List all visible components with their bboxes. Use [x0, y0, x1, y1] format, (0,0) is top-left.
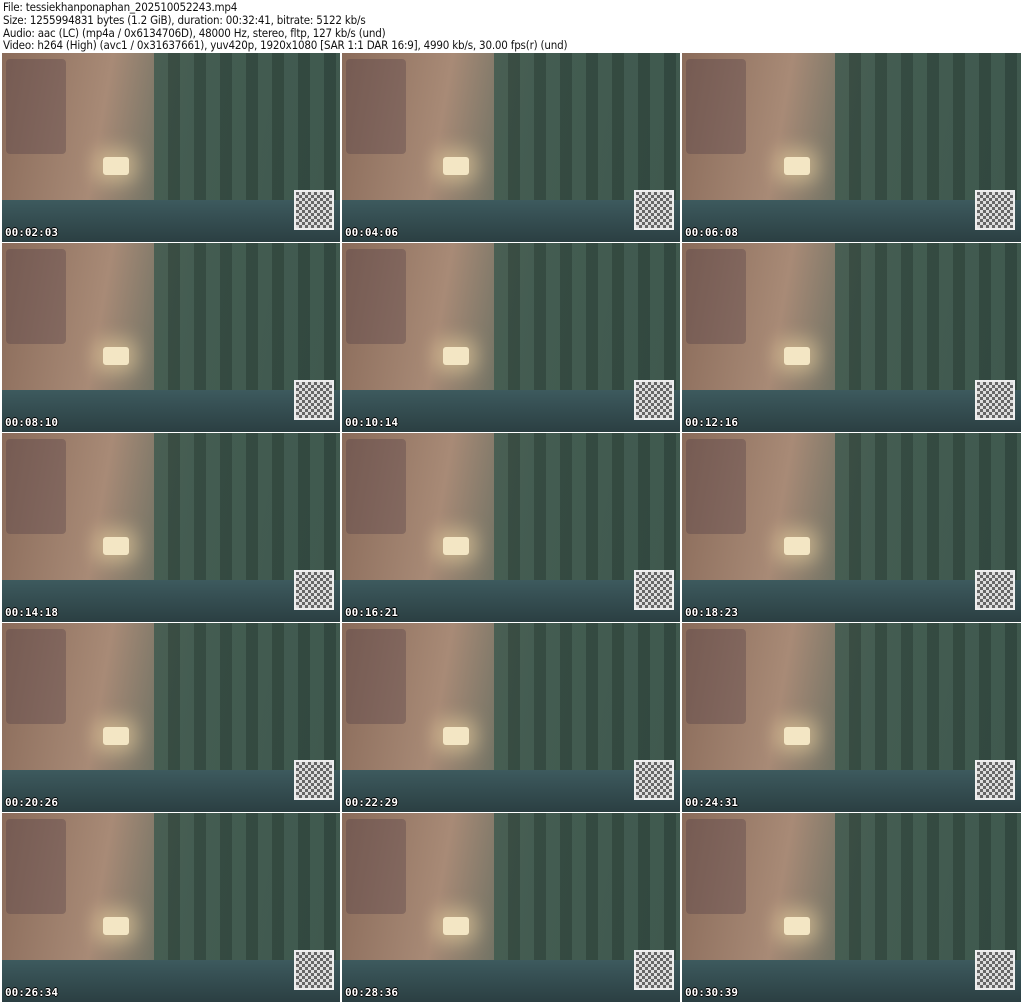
lamp: [783, 346, 810, 365]
video-thumbnail[interactable]: 00:20:26: [2, 623, 340, 812]
qr-code-icon: [634, 380, 674, 420]
video-thumbnail[interactable]: 00:16:21: [342, 433, 680, 622]
qr-code-icon: [634, 760, 674, 800]
file-size: Size: 1255994831 bytes (1.2 GiB), durati…: [3, 12, 366, 27]
qr-code-icon: [294, 950, 334, 990]
video-thumbnail[interactable]: 00:10:14: [342, 243, 680, 432]
lamp: [103, 536, 130, 555]
overlay-panel: [346, 819, 406, 914]
overlay-panel: [6, 629, 66, 724]
video-thumbnail[interactable]: 00:04:06: [342, 53, 680, 242]
qr-code-icon: [975, 950, 1015, 990]
qr-code-icon: [294, 760, 334, 800]
qr-code-icon: [975, 190, 1015, 230]
overlay-panel: [346, 249, 406, 344]
timestamp: 00:18:23: [685, 606, 738, 619]
overlay-panel: [686, 59, 746, 154]
video-thumbnail[interactable]: 00:30:39: [682, 813, 1021, 1002]
video-thumbnail[interactable]: 00:06:08: [682, 53, 1021, 242]
video-thumbnail[interactable]: 00:14:18: [2, 433, 340, 622]
timestamp: 00:22:29: [345, 796, 398, 809]
timestamp: 00:24:31: [685, 796, 738, 809]
timestamp: 00:06:08: [685, 226, 738, 239]
timestamp: 00:30:39: [685, 986, 738, 999]
video-thumbnail[interactable]: 00:02:03: [2, 53, 340, 242]
qr-code-icon: [975, 380, 1015, 420]
qr-code-icon: [634, 570, 674, 610]
qr-code-icon: [634, 950, 674, 990]
overlay-panel: [686, 249, 746, 344]
lamp: [103, 916, 130, 935]
lamp: [783, 156, 810, 175]
timestamp: 00:10:14: [345, 416, 398, 429]
lamp: [783, 916, 810, 935]
timestamp: 00:20:26: [5, 796, 58, 809]
video-thumbnail[interactable]: 00:26:34: [2, 813, 340, 1002]
lamp: [103, 346, 130, 365]
video-thumbnail[interactable]: 00:24:31: [682, 623, 1021, 812]
overlay-panel: [346, 59, 406, 154]
timestamp: 00:02:03: [5, 226, 58, 239]
overlay-panel: [6, 59, 66, 154]
lamp: [443, 916, 470, 935]
overlay-panel: [686, 629, 746, 724]
qr-code-icon: [975, 760, 1015, 800]
video-info: Video: h264 (High) (avc1 / 0x31637661), …: [3, 38, 568, 53]
overlay-panel: [686, 819, 746, 914]
overlay-panel: [6, 249, 66, 344]
lamp: [443, 156, 470, 175]
qr-code-icon: [294, 190, 334, 230]
file-info-header: File: tessiekhanponaphan_202510052243.mp…: [3, 0, 568, 53]
timestamp: 00:26:34: [5, 986, 58, 999]
lamp: [443, 536, 470, 555]
timestamp: 00:12:16: [685, 416, 738, 429]
qr-code-icon: [634, 190, 674, 230]
qr-code-icon: [975, 570, 1015, 610]
lamp: [443, 346, 470, 365]
timestamp: 00:16:21: [345, 606, 398, 619]
lamp: [783, 726, 810, 745]
overlay-panel: [6, 439, 66, 534]
video-thumbnail[interactable]: 00:18:23: [682, 433, 1021, 622]
thumbnail-grid: 00:02:03 00:04:06 00:06:08 00:08:10 00:10:14…: [2, 53, 1021, 1002]
overlay-panel: [686, 439, 746, 534]
lamp: [783, 536, 810, 555]
file-name: File: tessiekhanponaphan_202510052243.mp…: [3, 0, 238, 14]
video-thumbnail[interactable]: 00:28:36: [342, 813, 680, 1002]
lamp: [103, 156, 130, 175]
video-thumbnail[interactable]: 00:22:29: [342, 623, 680, 812]
qr-code-icon: [294, 570, 334, 610]
timestamp: 00:14:18: [5, 606, 58, 619]
overlay-panel: [346, 439, 406, 534]
overlay-panel: [346, 629, 406, 724]
lamp: [103, 726, 130, 745]
lamp: [443, 726, 470, 745]
timestamp: 00:08:10: [5, 416, 58, 429]
overlay-panel: [6, 819, 66, 914]
video-thumbnail[interactable]: 00:08:10: [2, 243, 340, 432]
timestamp: 00:28:36: [345, 986, 398, 999]
qr-code-icon: [294, 380, 334, 420]
timestamp: 00:04:06: [345, 226, 398, 239]
video-thumbnail[interactable]: 00:12:16: [682, 243, 1021, 432]
